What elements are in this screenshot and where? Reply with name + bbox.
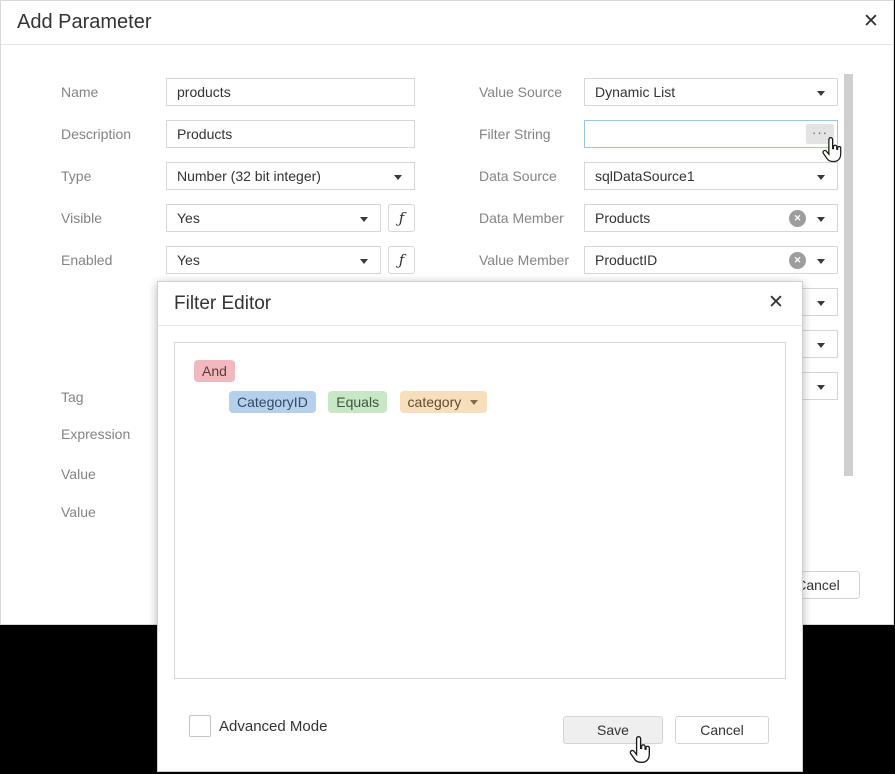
- data-member-value: Products: [595, 210, 650, 226]
- data-source-label: Data Source: [479, 168, 557, 184]
- close-icon[interactable]: ✕: [859, 10, 883, 34]
- close-icon[interactable]: ✕: [764, 291, 788, 315]
- dialog-header: Filter Editor ✕: [158, 282, 802, 326]
- data-member-row: Data Member Products ✕: [1, 204, 893, 232]
- clear-icon[interactable]: ✕: [789, 252, 806, 269]
- data-source-row: Data Source sqlDataSource1: [1, 162, 893, 190]
- value-source-dropdown[interactable]: Dynamic List: [584, 78, 838, 106]
- cancel-button[interactable]: Cancel: [675, 716, 769, 744]
- chevron-down-icon: [817, 301, 825, 306]
- chevron-down-icon: [817, 217, 825, 222]
- group-operator-chip[interactable]: And: [194, 360, 235, 382]
- advanced-mode-label: Advanced Mode: [219, 718, 327, 735]
- filter-string-label: Filter String: [479, 126, 551, 142]
- scrollbar-thumb[interactable]: [844, 74, 853, 476]
- field-chip[interactable]: CategoryID: [229, 391, 316, 413]
- condition-row: CategoryID Equals category: [229, 391, 495, 413]
- value-source-row: Value Source Dynamic List: [1, 78, 893, 106]
- filter-string-row: Filter String ···: [1, 120, 893, 148]
- clear-icon[interactable]: ✕: [789, 210, 806, 227]
- save-button[interactable]: Save: [563, 716, 663, 744]
- chevron-down-icon: [817, 385, 825, 390]
- chevron-down-icon: [817, 91, 825, 96]
- value-member-label: Value Member: [479, 252, 569, 268]
- value-label-disabled: Value: [61, 466, 96, 482]
- filter-condition-area: And CategoryID Equals category: [174, 342, 786, 679]
- ellipsis-button[interactable]: ···: [806, 124, 834, 144]
- dialog-title: Filter Editor: [174, 293, 271, 315]
- filter-string-input[interactable]: ···: [584, 120, 838, 148]
- value-member-value: ProductID: [595, 252, 657, 268]
- data-source-value: sqlDataSource1: [595, 168, 695, 184]
- chevron-down-icon: [817, 343, 825, 348]
- dialog-title: Add Parameter: [17, 11, 152, 34]
- operator-chip[interactable]: Equals: [328, 391, 387, 413]
- chevron-down-icon: [470, 400, 478, 405]
- data-member-dropdown[interactable]: Products ✕: [584, 204, 838, 232]
- value-chip[interactable]: category: [400, 391, 488, 413]
- value-member-dropdown[interactable]: ProductID ✕: [584, 246, 838, 274]
- chevron-down-icon: [817, 259, 825, 264]
- expression-label: Expression: [61, 426, 130, 442]
- data-member-label: Data Member: [479, 210, 564, 226]
- value-label: Value: [61, 504, 96, 520]
- value-source-value: Dynamic List: [595, 84, 675, 100]
- dialog-header: Add Parameter ✕: [1, 1, 893, 45]
- data-source-dropdown[interactable]: sqlDataSource1: [584, 162, 838, 190]
- advanced-mode-checkbox[interactable]: [189, 715, 211, 737]
- value-member-row: Value Member ProductID ✕: [1, 246, 893, 274]
- value-source-label: Value Source: [479, 84, 562, 100]
- filter-editor-dialog: Filter Editor ✕ And CategoryID Equals ca…: [157, 281, 803, 772]
- chevron-down-icon: [817, 175, 825, 180]
- value-chip-label: category: [408, 394, 462, 410]
